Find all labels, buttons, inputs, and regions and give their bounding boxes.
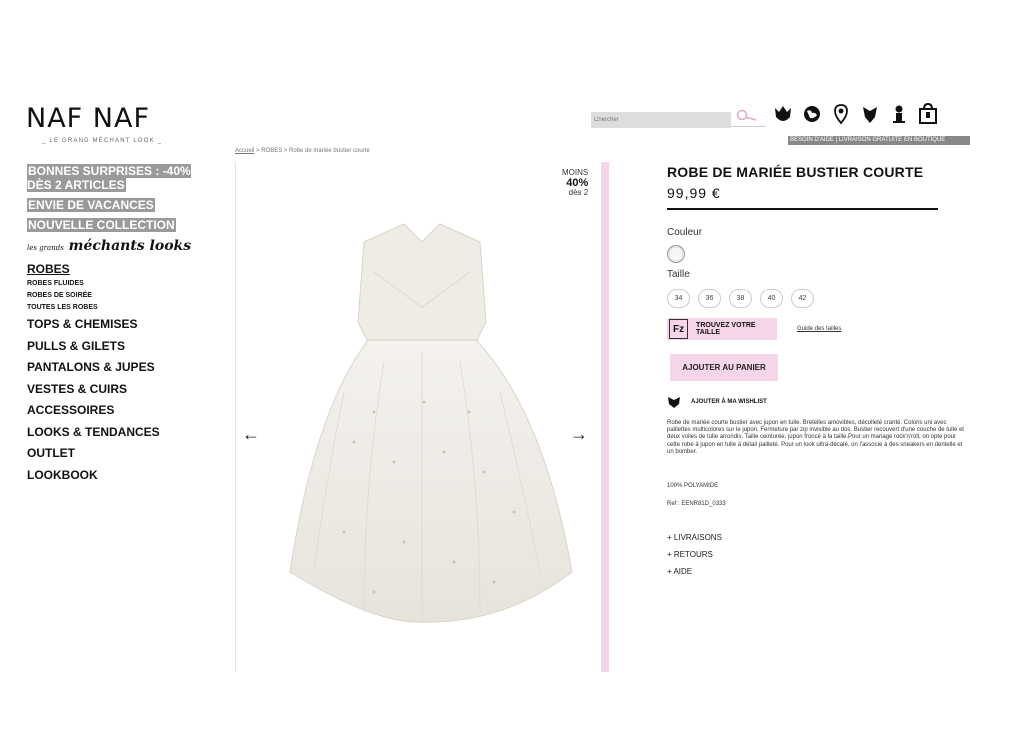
arrow-left-icon[interactable]: ← xyxy=(242,424,260,445)
add-to-wishlist-button[interactable]: AJOUTER À MA WISHLIST xyxy=(667,395,767,409)
heart-icon[interactable] xyxy=(859,102,880,126)
account-icon[interactable] xyxy=(888,102,909,126)
sidebar-item-looks-tendances[interactable]: LOOKS & TENDANCES xyxy=(27,422,202,444)
find-your-size-label: TROUVEZ VOTRE TAILLE xyxy=(696,322,756,336)
brand-name: NAF NAF xyxy=(26,103,150,134)
sidebar-item-vestes-cuirs[interactable]: VESTES & CUIRS xyxy=(27,379,202,401)
search-input[interactable] xyxy=(591,112,731,128)
size-option-34[interactable]: 34 xyxy=(667,289,690,308)
brand-logo[interactable]: NAF NAF _ LE GRAND MÉCHANT LOOK _ xyxy=(26,103,201,145)
location-pin-icon[interactable] xyxy=(830,102,851,126)
product-reference: Ref : EENR81D_0333 xyxy=(667,501,726,507)
breadcrumb-section[interactable]: ROBES xyxy=(261,148,282,154)
arrow-right-icon[interactable]: → xyxy=(570,424,588,445)
sidebar-item-tops-chemises[interactable]: TOPS & CHEMISES xyxy=(27,314,202,336)
script-prefix: les grands xyxy=(27,244,64,252)
discount-badge: MOINS 40% dès 2 xyxy=(562,168,588,198)
product-image-panel: MOINS 40% dès 2 ← → xyxy=(235,162,609,672)
breadcrumb: Accueil > ROBES > Robe de mariée bustier… xyxy=(235,148,370,154)
script-title: méchants looks xyxy=(68,238,192,254)
expander-retours[interactable]: + RETOURS xyxy=(667,550,713,559)
product-image[interactable] xyxy=(254,212,594,662)
find-your-size-button[interactable]: Fz TROUVEZ VOTRE TAILLE xyxy=(667,318,777,340)
breadcrumb-home[interactable]: Accueil xyxy=(235,148,254,154)
color-swatch-white[interactable] xyxy=(667,245,685,263)
product-composition: 100% POLYAMIDE xyxy=(667,483,719,489)
product-title: ROBE DE MARIÉE BUSTIER COURTE xyxy=(667,164,924,180)
size-option-42[interactable]: 42 xyxy=(791,289,814,308)
product-description: Robe de mariée courte bustier avec jupon… xyxy=(667,420,964,455)
product-price: 99,99 € xyxy=(667,185,721,201)
sidebar-subitem-toutes-les-robes[interactable]: TOUTES LES ROBES xyxy=(27,302,202,314)
size-selector: 34 36 38 40 42 xyxy=(667,289,814,308)
product-info: ROBE DE MARIÉE BUSTIER COURTE 99,99 € xyxy=(667,164,967,201)
add-to-cart-button[interactable]: AJOUTER AU PANIER xyxy=(670,354,778,381)
sidebar-nav: BONNES SURPRISES : -40% DÈS 2 ARTICLES E… xyxy=(27,164,202,486)
wishlist-label: AJOUTER À MA WISHLIST xyxy=(691,399,767,405)
price-divider xyxy=(667,208,938,210)
breadcrumb-current: Robe de mariée bustier courte xyxy=(289,148,370,154)
header-icon-bar xyxy=(772,102,938,126)
help-delivery-link[interactable]: BESOIN D'AIDE | LIVRAISON GRATUITE EN BO… xyxy=(788,136,970,145)
sidebar-subitem-robes-fluides[interactable]: ROBES FLUIDES xyxy=(27,278,202,290)
sidebar-item-pulls-gilets[interactable]: PULLS & GILETS xyxy=(27,336,202,358)
globe-icon[interactable] xyxy=(801,102,822,126)
fitizzy-icon: Fz xyxy=(669,319,689,339)
sidebar-item-pantalons-jupes[interactable]: PANTALONS & JUPES xyxy=(27,357,202,379)
size-label: Taille xyxy=(667,269,690,280)
sidebar-promo-surprises[interactable]: BONNES SURPRISES : -40% DÈS 2 ARTICLES xyxy=(27,164,191,192)
sidebar-item-robes[interactable]: ROBES xyxy=(27,260,202,278)
wishlist-heart-icon xyxy=(668,397,680,408)
color-label: Couleur xyxy=(667,227,703,238)
size-option-36[interactable]: 36 xyxy=(698,289,721,308)
expander-aide[interactable]: + AIDE xyxy=(667,567,692,576)
sidebar-subitem-robes-de-soiree[interactable]: ROBES DE SOIRÉE xyxy=(27,290,202,302)
search-icon[interactable] xyxy=(736,109,758,123)
sidebar-promo-vacances[interactable]: ENVIE DE VACANCES xyxy=(27,198,155,212)
size-option-38[interactable]: 38 xyxy=(729,289,752,308)
tulip-icon[interactable] xyxy=(772,102,793,126)
sidebar-promo-nouvelle-collection[interactable]: NOUVELLE COLLECTION xyxy=(27,218,176,232)
discount-line2: 40% xyxy=(566,177,589,189)
sidebar-item-grands-mechants-looks[interactable]: les grands méchants looks xyxy=(27,238,202,254)
search-box xyxy=(591,108,766,128)
sidebar-item-accessoires[interactable]: ACCESSOIRES xyxy=(27,400,202,422)
expander-livraisons[interactable]: + LIVRAISONS xyxy=(667,533,722,542)
sidebar-item-lookbook[interactable]: LOOKBOOK xyxy=(27,465,202,487)
discount-line3: dès 2 xyxy=(568,188,589,197)
size-option-40[interactable]: 40 xyxy=(760,289,783,308)
brand-tagline: _ LE GRAND MÉCHANT LOOK _ xyxy=(42,138,163,144)
size-guide-link[interactable]: Guide des tailles xyxy=(797,326,841,332)
bag-icon[interactable] xyxy=(917,102,938,126)
sidebar-item-outlet[interactable]: OUTLET xyxy=(27,443,202,465)
